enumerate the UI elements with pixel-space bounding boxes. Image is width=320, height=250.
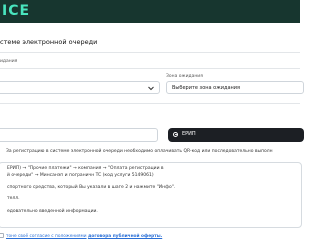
text-input[interactable] [0,128,158,142]
instruction-step: ЕРИП) → "Прочие платежи" → компания → "О… [7,166,164,171]
waiting-zone-label: Зона ожидания [166,74,203,79]
first-select[interactable] [0,81,160,94]
instruction-step: телл. [7,196,20,201]
page-title: стеме электронной очереди [0,38,98,46]
field-label: идания [0,59,18,64]
chevron-down-icon [148,86,154,90]
instruction-step: й очереди" → Минсанэп и пограничн TC (ко… [7,173,154,178]
instruction-step: едовательно введенной информации. [7,209,98,214]
consent-prefix: тоне своё согласие с положениями [6,234,87,239]
erip-label: ЕРИП [182,131,196,137]
instruction-step: спортного средства, который Вы указали в… [7,185,176,190]
waiting-zone-value: Выберите зона ожидания [172,85,241,91]
brand-logo[interactable]: ICE [2,3,30,19]
public-offer-link[interactable]: договора публичной оферты. [88,234,162,239]
divider [0,103,300,104]
divider [0,68,300,69]
payment-notice: За регистрацию в системе электронной оче… [6,149,273,154]
consent-checkbox[interactable] [0,233,4,238]
consent-text: тоне своё согласие с положениями договор… [6,234,162,239]
radio-icon [173,131,178,137]
app-header: ICE [0,0,300,23]
instructions-box: ЕРИП) → "Прочие платежи" → компания → "О… [0,162,302,228]
erip-payment-option[interactable]: ЕРИП [168,128,304,142]
waiting-zone-select[interactable]: Выберите зона ожидания [166,81,304,94]
divider [0,52,300,53]
